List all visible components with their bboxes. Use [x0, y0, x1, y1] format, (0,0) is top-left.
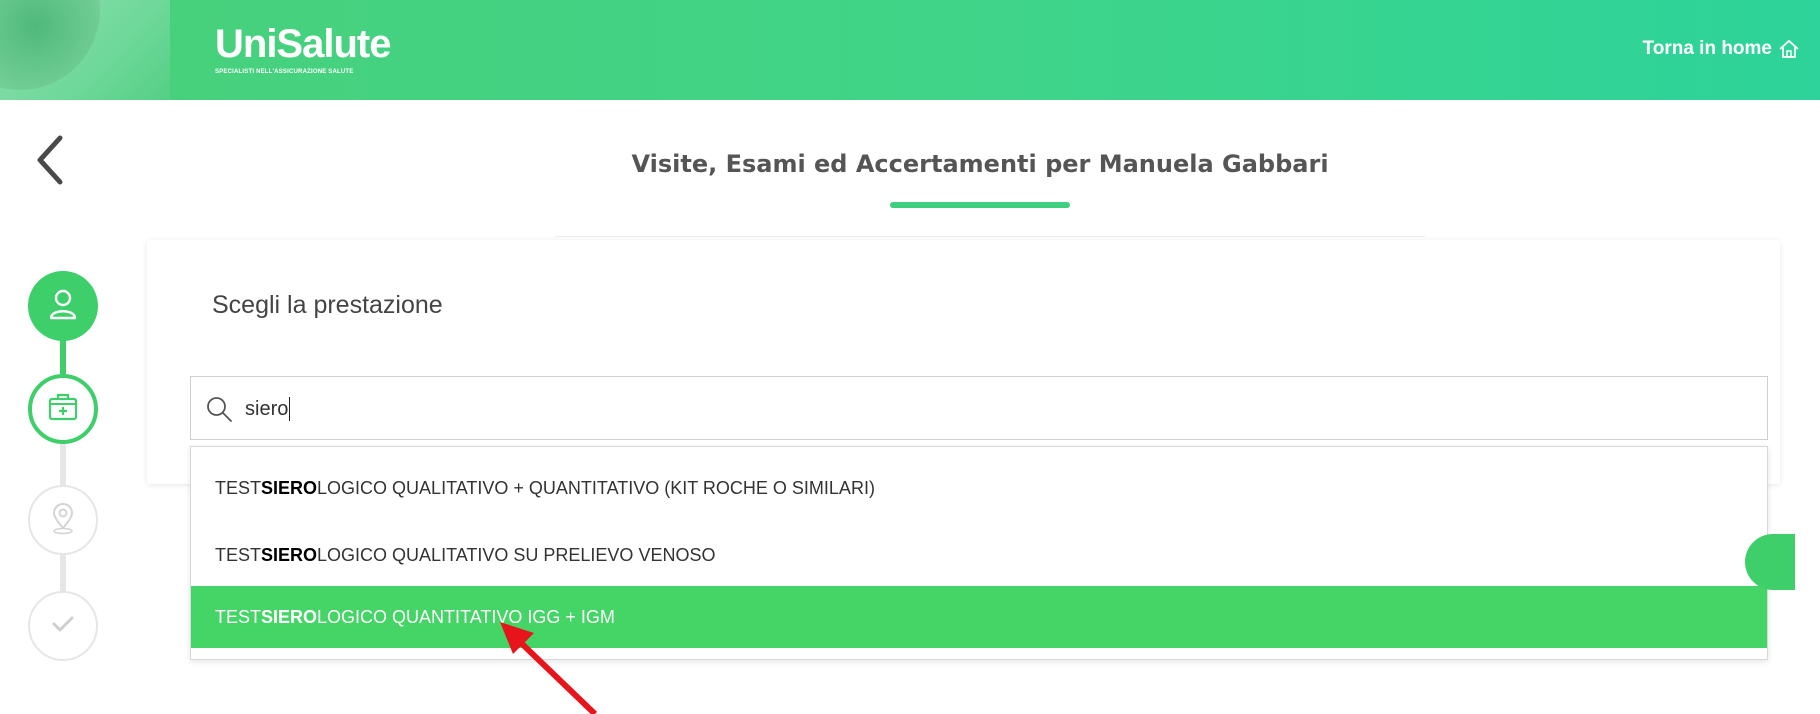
user-icon	[46, 287, 80, 326]
home-link[interactable]: Torna in home	[1643, 38, 1800, 60]
decorative-blob	[0, 0, 100, 90]
header-decoration	[0, 0, 170, 100]
suggestions-dropdown: TEST SIERO LOGICO QUALITATIVO + QUANTITAT…	[190, 446, 1768, 660]
search-icon	[205, 395, 233, 428]
logo-text: UniSalute	[215, 22, 391, 66]
service-search-input[interactable]: siero	[190, 376, 1768, 440]
suggestion-option[interactable]: TEST SIERO LOGICO QUALITATIVO SU PRELIEVO…	[191, 524, 1767, 586]
stepper-line-pending-1	[60, 444, 66, 489]
step-confirm	[28, 591, 98, 661]
step-personal-data[interactable]	[28, 271, 98, 341]
step-service[interactable]	[28, 374, 98, 444]
logo-tagline: SPECIALISTI NELL'ASSICURAZIONE SALUTE	[215, 69, 354, 75]
home-link-label: Torna in home	[1642, 38, 1772, 59]
step-location	[28, 485, 98, 555]
suggestion-option[interactable]: TEST SIERO LOGICO QUALITATIVO + QUANTITAT…	[191, 457, 1767, 519]
medical-kit-icon	[46, 390, 80, 429]
page-title: Visite, Esami ed Accertamenti per Manuel…	[631, 150, 1329, 178]
continue-button[interactable]	[1745, 534, 1795, 590]
home-icon	[1778, 38, 1800, 60]
top-header: UniSalute SPECIALISTI NELL'ASSICURAZIONE…	[0, 0, 1820, 100]
check-icon	[48, 609, 78, 644]
location-pin-icon	[48, 501, 78, 540]
stepper-line-pending-2	[60, 551, 66, 595]
card-title: Scegli la prestazione	[212, 291, 443, 319]
text-caret	[289, 397, 291, 421]
title-underline	[890, 202, 1070, 208]
chevron-left-icon	[30, 135, 70, 194]
unisalute-logo[interactable]: UniSalute SPECIALISTI NELL'ASSICURAZIONE…	[215, 22, 391, 76]
suggestion-option-selected[interactable]: TEST SIERO LOGICO QUANTITATIVO IGG + IGM	[191, 586, 1767, 648]
search-input-value: siero	[245, 397, 291, 421]
divider	[555, 236, 1425, 237]
